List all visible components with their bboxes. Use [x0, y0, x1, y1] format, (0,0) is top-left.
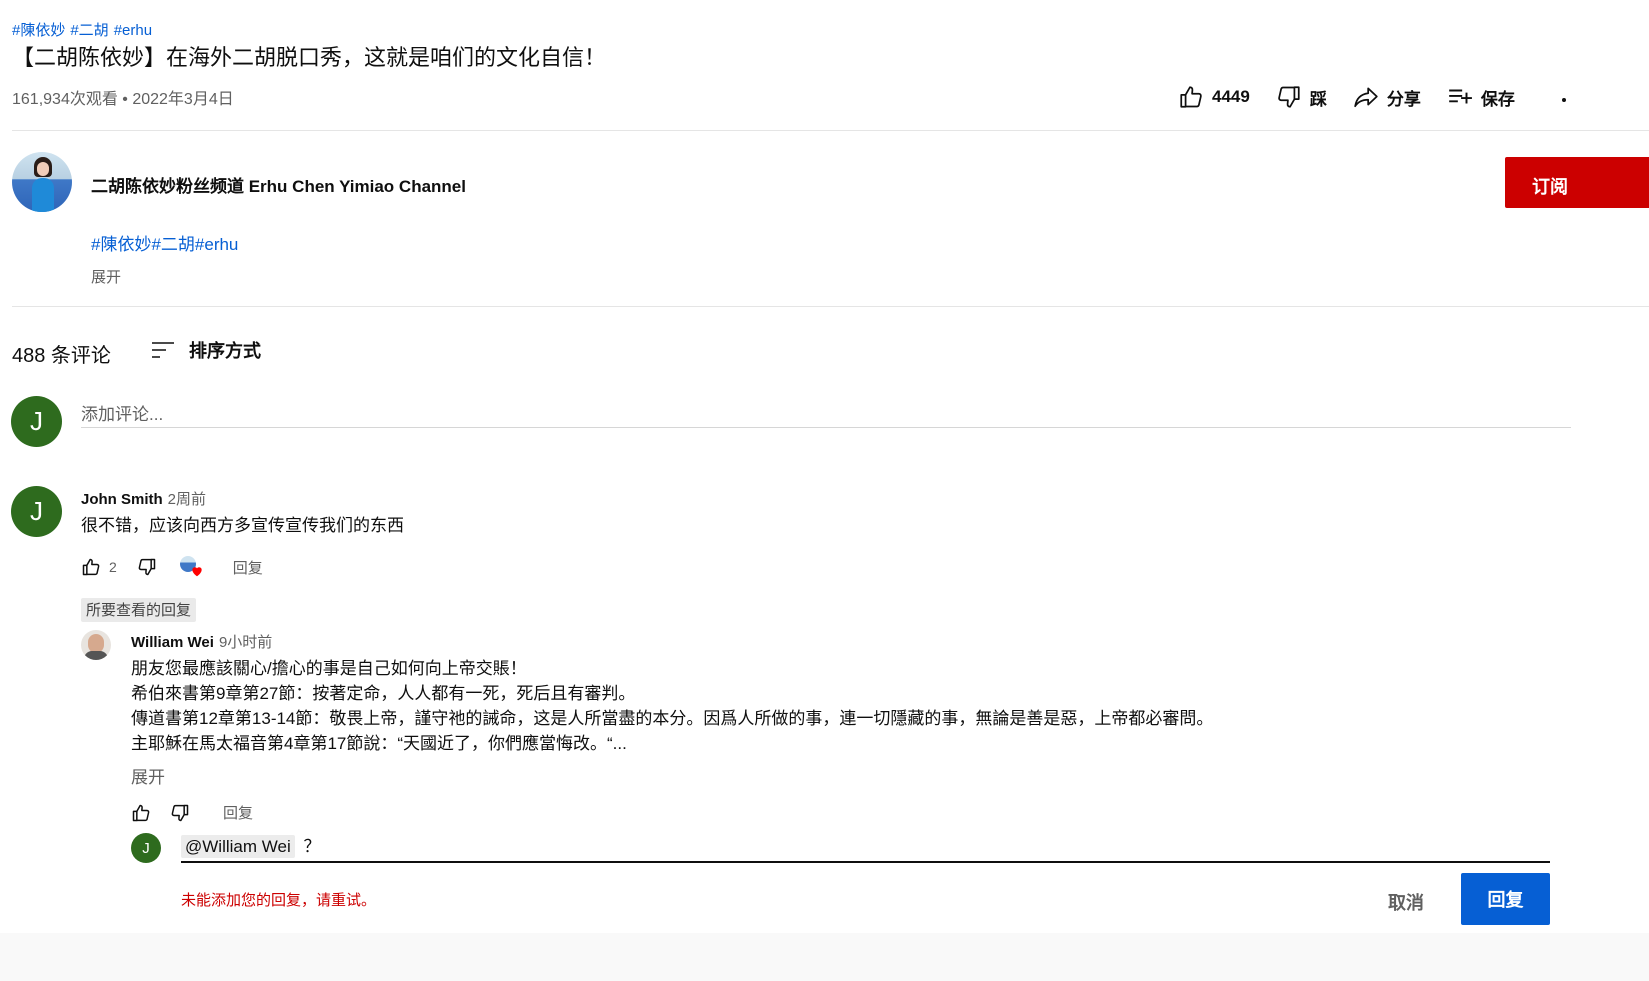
comment-text: 很不错，应该向西方多宣传宣传我们的东西	[81, 516, 404, 535]
mention-chip: @William Wei	[181, 835, 295, 858]
thumbs-up-icon	[1180, 86, 1202, 108]
channel-avatar[interactable]	[12, 152, 72, 212]
video-title: 【二胡陈依妙】在海外二胡脱口秀，这就是咱们的文化自信！	[12, 45, 607, 70]
error-message: 未能添加您的回复，请重试。	[181, 892, 377, 909]
comment-toolbar: 2 回复	[81, 555, 263, 579]
cancel-button[interactable]: 取消	[1388, 889, 1424, 915]
user-avatar: J	[11, 396, 62, 447]
comment-like-count: 2	[109, 559, 117, 575]
video-hashtags: #陳依妙 #二胡 #erhu	[12, 19, 157, 40]
share-button[interactable]: 分享	[1353, 84, 1421, 110]
comment-author[interactable]: John Smith	[81, 491, 163, 508]
description-expand-button[interactable]: 展开	[91, 266, 121, 287]
reply-expand-button[interactable]: 展开	[131, 763, 165, 788]
reply-line: 傳道書第12章第13-14節：敬畏上帝，謹守祂的誡命，这是人所當盡的本分。因爲人…	[131, 709, 1214, 728]
sort-label: 排序方式	[189, 341, 261, 361]
hashtag-link[interactable]: #陳依妙	[12, 22, 65, 39]
dislike-button[interactable]: 踩	[1276, 84, 1327, 110]
reply-author[interactable]: William Wei	[131, 634, 214, 651]
more-actions-icon[interactable]	[1562, 98, 1566, 102]
creator-heart-badge	[179, 555, 205, 579]
sort-button[interactable]: 排序方式	[150, 337, 261, 363]
reply-line: 主耶穌在馬太福音第4章第17節說：“天國近了，你們應當悔改。“...	[131, 734, 627, 753]
share-icon	[1354, 87, 1378, 108]
hashtag-link[interactable]: #erhu	[114, 22, 152, 39]
heart-icon	[192, 567, 202, 577]
reply-input-text: ？	[303, 837, 321, 856]
page-bottom	[0, 933, 1649, 981]
video-actions: 4449 踩 分享 保存	[1178, 84, 1541, 110]
comment-header: John Smith 2周前	[81, 488, 206, 509]
channel-name[interactable]: 二胡陈依妙粉丝频道 Erhu Chen Yimiao Channel	[91, 172, 466, 197]
reply-reply-button[interactable]: 回复	[223, 802, 253, 823]
reply-line: 朋友您最應該關心/擔心的事是自己如何向上帝交賬！	[131, 659, 527, 678]
reply-text: 朋友您最應該關心/擔心的事是自己如何向上帝交賬！ 希伯來書第9章第27節：按著定…	[131, 656, 1531, 756]
comment-avatar[interactable]: J	[11, 486, 62, 537]
save-button[interactable]: 保存	[1447, 84, 1515, 110]
description-hashtags[interactable]: #陳依妙#二胡#erhu	[91, 230, 238, 255]
sort-icon	[152, 342, 174, 358]
like-button[interactable]: 4449	[1178, 84, 1250, 110]
reply-header: William Wei 9小时前	[131, 631, 272, 652]
divider	[12, 306, 1649, 307]
playlist-add-icon	[1448, 89, 1472, 104]
thumbs-up-icon[interactable]	[131, 803, 151, 823]
video-views-date: 161,934次观看 • 2022年3月4日	[12, 91, 234, 108]
reply-toolbar: 回复	[131, 802, 253, 823]
reply-time[interactable]: 9小时前	[219, 634, 272, 651]
comment-count: 488 条评论	[12, 345, 111, 367]
hashtag-link[interactable]: #二胡	[70, 22, 108, 39]
thumbs-down-icon[interactable]	[137, 557, 157, 577]
share-label: 分享	[1386, 89, 1421, 109]
subscribe-button[interactable]: 订阅	[1505, 157, 1649, 208]
add-comment-input[interactable]: 添加评论...	[81, 397, 1571, 428]
comment-time[interactable]: 2周前	[168, 491, 206, 508]
reply-submit-button[interactable]: 回复	[1461, 873, 1550, 925]
like-count: 4449	[1212, 87, 1250, 106]
dislike-label: 踩	[1309, 89, 1327, 109]
reply-avatar[interactable]	[81, 630, 111, 660]
reply-line: 希伯來書第9章第27節：按著定命，人人都有一死，死后且有審判。	[131, 684, 636, 703]
replies-badge: 所要查看的回复	[81, 598, 197, 622]
user-avatar: J	[131, 833, 161, 863]
thumbs-down-icon	[1278, 86, 1300, 108]
divider	[12, 130, 1649, 131]
thumbs-up-icon[interactable]	[81, 557, 101, 577]
comment-reply-button[interactable]: 回复	[233, 557, 263, 578]
save-label: 保存	[1480, 89, 1515, 109]
reply-input[interactable]: @William Wei ？	[181, 832, 1550, 863]
thumbs-down-icon[interactable]	[170, 803, 190, 823]
